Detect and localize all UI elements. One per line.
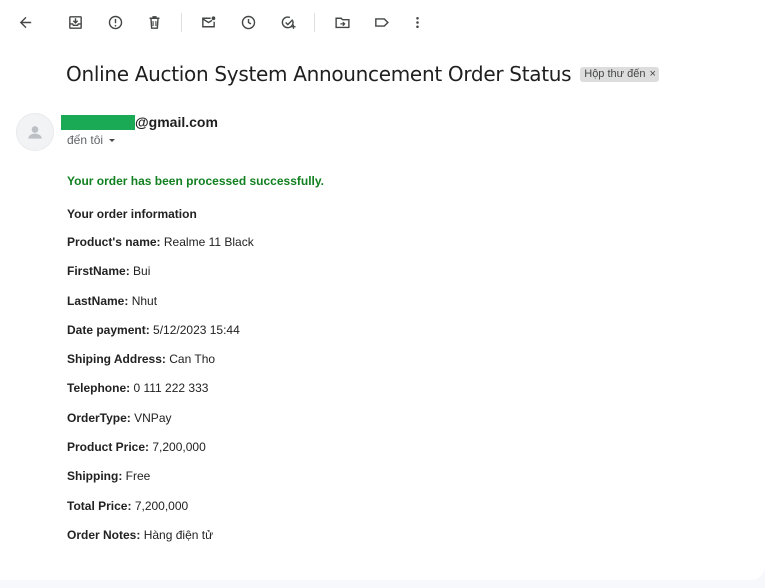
field-label: Product Price: [67,440,150,455]
add-task-icon [281,15,296,29]
inbox-label-chip[interactable]: Hộp thư đến × [580,66,659,82]
field-row: Shipping: Free [67,468,324,497]
sender-avatar[interactable] [16,113,54,151]
field-value: Can Tho [169,352,216,367]
email-view: Online Auction System Announcement Order… [0,0,765,580]
field-label: LastName: [67,293,129,308]
field-row: Total Price: 7,200,000 [67,498,324,527]
field-row: Product Price: 7,200,000 [67,439,324,468]
recipient-text: đến tôi [67,133,104,147]
label-button[interactable] [370,11,392,33]
field-value: Realme 11 Black [163,235,254,249]
more-button[interactable] [406,11,428,33]
mark-unread-icon [201,15,215,27]
field-value: 7,200,000 [134,498,189,513]
report-spam-icon [108,15,122,29]
archive-button[interactable] [64,11,86,33]
more-icon [415,16,419,28]
remove-label-icon[interactable]: × [649,68,655,80]
toolbar-divider [181,13,182,32]
field-label: Shiping Address: [67,352,166,367]
field-row: OrderType: VNPay [67,410,324,439]
field-value: Nhut [131,293,158,308]
field-row: Telephone: 0 111 222 333 [67,380,324,409]
field-row: Product's name: Realme 11 Black [67,234,324,263]
subject-row: Online Auction System Announcement Order… [66,62,659,86]
snooze-button[interactable] [237,11,259,33]
field-label: Date payment: [67,322,150,337]
email-subject: Online Auction System Announcement Order… [66,62,572,86]
move-to-icon [334,17,350,28]
delete-button[interactable] [143,11,165,33]
field-label: OrderType: [67,410,131,425]
field-label: FirstName: [67,264,130,279]
back-button[interactable] [14,11,36,33]
field-value: 5/12/2023 15:44 [153,322,240,337]
field-row: FirstName: Bui [67,263,324,292]
field-label: Total Price: [67,498,132,513]
field-label: Product's name: [67,235,161,249]
redacted-sender-name [61,114,135,130]
field-row: Shiping Address: Can Tho [67,351,324,380]
sender-domain: @gmail.com [135,114,218,130]
field-label: Order Notes: [67,527,141,542]
field-value: 7,200,000 [152,440,206,455]
field-value: Bui [133,264,151,279]
order-info-title: Your order information [67,207,197,221]
caret-down-icon [109,139,116,142]
add-task-button[interactable] [277,11,299,33]
toolbar [0,0,765,46]
field-label: Shipping: [67,469,123,484]
order-fields: Product's name: Realme 11 Black FirstNam… [67,234,324,556]
report-spam-button[interactable] [104,11,126,33]
move-to-button[interactable] [331,11,353,33]
back-arrow-icon [19,16,31,28]
field-row: Order Notes: Hàng điện tử [67,527,324,556]
field-row: LastName: Nhut [67,293,324,322]
field-row: Date payment: 5/12/2023 15:44 [67,322,324,351]
label-text: Hộp thư đến [584,67,646,80]
archive-icon [68,15,82,29]
person-icon [28,126,42,139]
success-message: Your order has been processed successful… [67,174,324,188]
label-icon [374,17,389,27]
sender-address: @gmail.com [61,114,218,130]
field-value: VNPay [134,410,172,425]
recipient-toggle[interactable]: đến tôi [67,133,118,147]
delete-icon [149,15,159,29]
field-label: Telephone: [67,381,131,396]
field-value: 0 111 222 333 [133,381,209,396]
snooze-icon [241,15,255,29]
mark-unread-button[interactable] [197,11,219,33]
toolbar-divider [314,13,315,32]
field-value: Hàng điện tử [143,527,214,542]
email-body: Your order has been processed successful… [67,174,324,556]
field-value: Free [125,469,151,484]
